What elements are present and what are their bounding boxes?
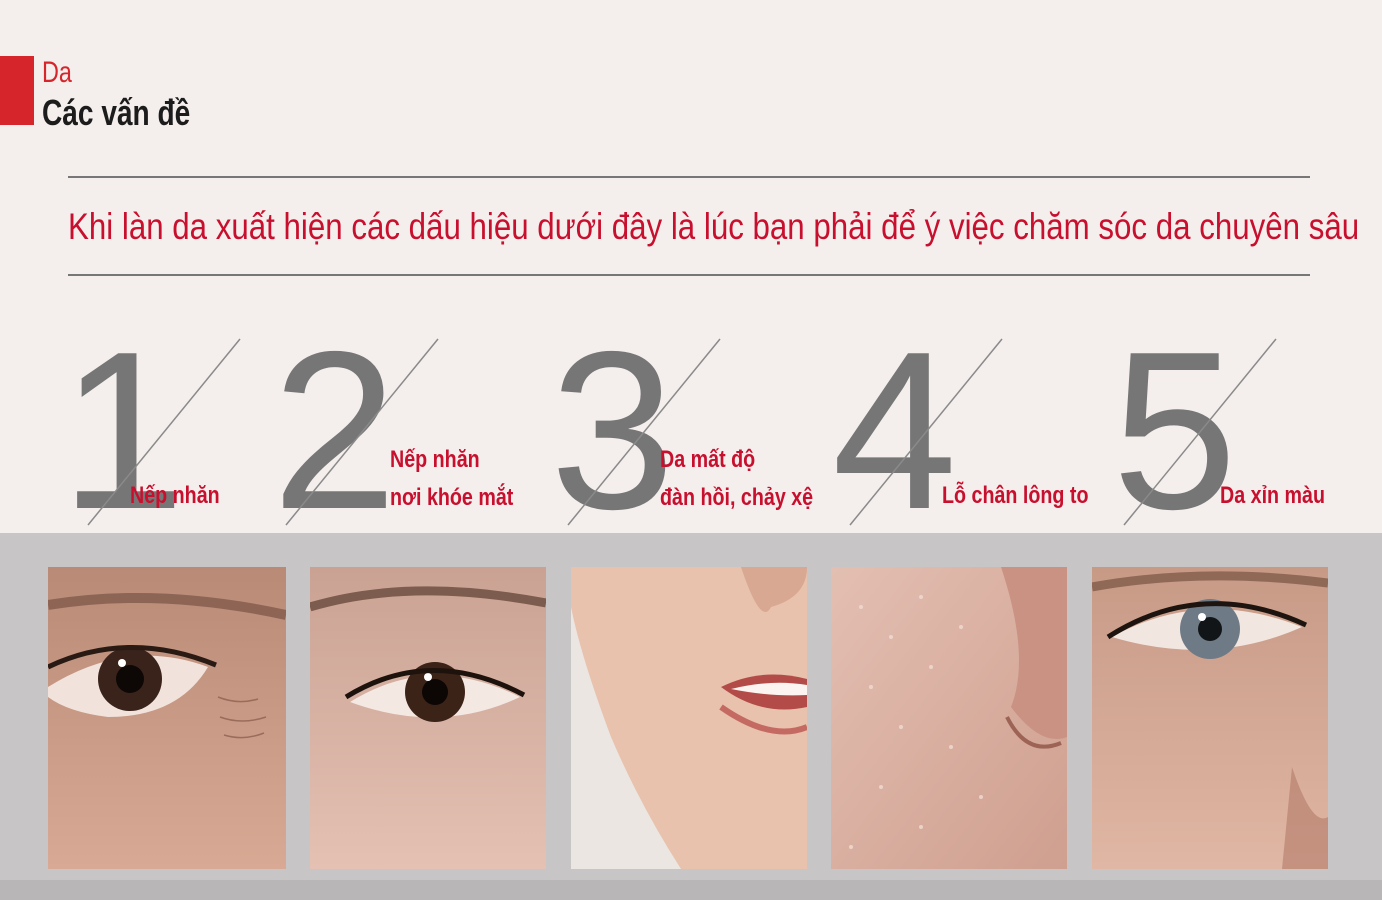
- headline: Khi làn da xuất hiện các dấu hiệu dưới đ…: [68, 206, 1360, 247]
- photo-dull-skin: [1092, 567, 1328, 869]
- step-label: Nếp nhăn: [130, 477, 220, 515]
- accent-bar: [0, 56, 34, 125]
- step-label-line: Da mất độ: [660, 446, 756, 473]
- step-label: Da mất độ đàn hồi, chảy xệ: [660, 441, 813, 517]
- divider-top: [68, 176, 1310, 178]
- divider-bottom: [68, 274, 1310, 276]
- step-label-line: nơi khóe mắt: [390, 484, 514, 511]
- step-label-line: Lỗ chân lông to: [942, 482, 1089, 509]
- step-4: 4 Lỗ chân lông to: [832, 318, 1102, 543]
- photo-large-pores: [831, 567, 1067, 869]
- photo-sagging-skin: [571, 567, 807, 869]
- step-label-line: Nếp nhăn: [130, 482, 220, 509]
- step-5: 5 Da xỉn màu: [1112, 318, 1372, 543]
- step-2: 2 Nếp nhăn nơi khóe mắt: [272, 318, 552, 543]
- bottom-strip: [0, 880, 1382, 900]
- step-label: Lỗ chân lông to: [942, 477, 1088, 515]
- step-1: 1 Nếp nhăn: [60, 318, 280, 543]
- step-label: Da xỉn màu: [1220, 477, 1325, 515]
- photo-wrinkles: [48, 567, 286, 869]
- section-title: Các vấn đề: [42, 92, 191, 133]
- photo-eye-wrinkles: [310, 567, 546, 869]
- step-label-line: Nếp nhăn: [390, 446, 480, 473]
- step-label-line: đàn hồi, chảy xệ: [660, 484, 814, 511]
- section-category: Da: [42, 56, 72, 89]
- step-label: Nếp nhăn nơi khóe mắt: [390, 441, 513, 517]
- step-3: 3 Da mất độ đàn hồi, chảy xệ: [550, 318, 830, 543]
- step-label-line: Da xỉn màu: [1220, 482, 1325, 509]
